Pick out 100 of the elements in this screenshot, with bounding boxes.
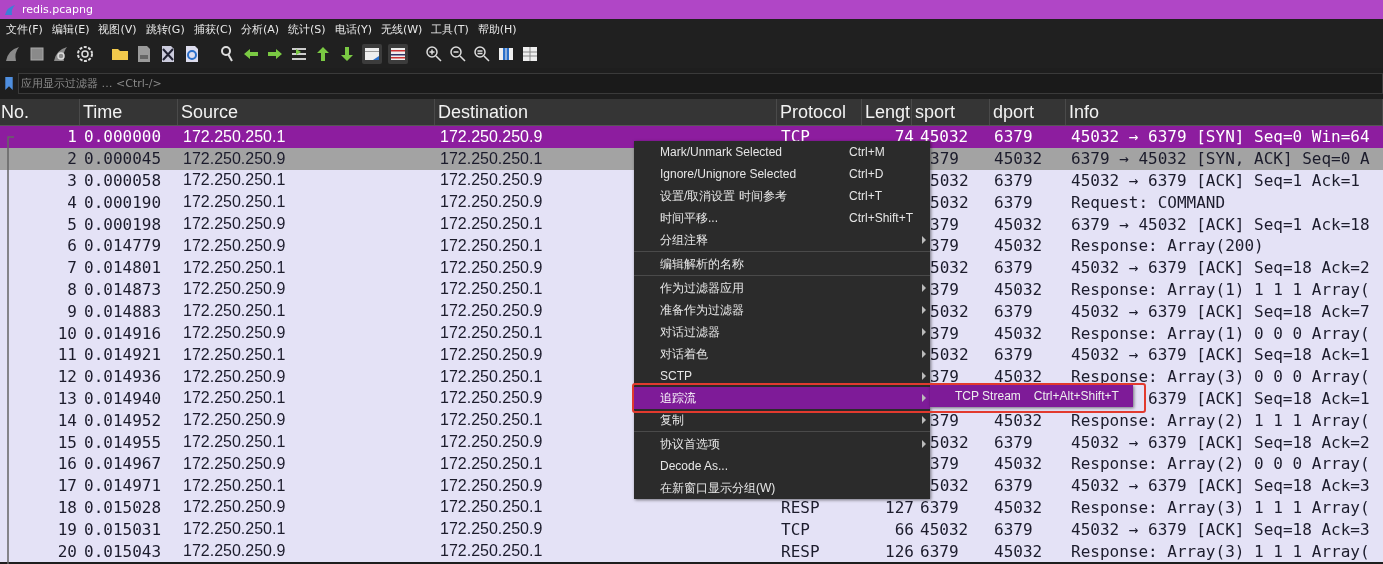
table-cell-text: 172.250.250.1: [182, 258, 286, 277]
table-cell-text: Response: Array(200): [1070, 236, 1264, 256]
table-cell-text: 20: [57, 541, 78, 561]
table-cell-text: 172.250.250.1: [182, 389, 286, 408]
table-cell-text: 172.250.250.1: [182, 520, 286, 539]
table-cell-text: 172.250.250.9: [439, 302, 543, 321]
table-cell-text: 45032 → 6379 [ACK] Seq=1 Ack=1: [1070, 171, 1360, 190]
table-cell-text: 45032: [993, 214, 1043, 234]
table-cell-text: 2: [67, 149, 78, 169]
table-cell-text: 172.250.250.1: [439, 324, 543, 343]
table-cell: 379: [930, 367, 959, 387]
table-cell-text: 1: [67, 127, 78, 147]
table-cell: 379: [930, 214, 959, 234]
table-cell-text: 45032: [993, 279, 1043, 299]
table-cell: 5032: [930, 345, 969, 365]
table-cell-text: 172.250.250.9: [182, 324, 286, 343]
table-cell-text: 6379: [919, 497, 959, 517]
table-cell-text: 0.000190: [83, 192, 162, 212]
table-cell-text: 17: [57, 476, 78, 496]
table-cell-text: Response: Array(3) 1 1 1 Array(: [1070, 541, 1370, 561]
table-cell-text: 0.014873: [83, 279, 162, 299]
table-cell-text: RESP: [780, 497, 820, 517]
table-cell-text: 6379: [993, 301, 1033, 321]
table-cell-text: 15: [57, 432, 78, 452]
table-cell-text: 172.250.250.1: [439, 542, 543, 561]
table-cell-text: 5: [67, 214, 78, 234]
table-cell: 379: [930, 279, 959, 299]
table-cell-text: 0.014921: [83, 345, 162, 365]
table-cell-text: 172.250.250.1: [182, 193, 286, 212]
table-cell-text: 172.250.250.9: [439, 433, 543, 452]
window-title: redis.pcapng: [22, 3, 94, 16]
table-cell-text: 172.250.250.9: [439, 389, 543, 408]
table-cell-text: 172.250.250.1: [439, 498, 543, 517]
table-cell: 379: [930, 323, 959, 343]
table-cell-text: 9: [67, 301, 78, 321]
table-cell: 379: [930, 454, 959, 474]
table-cell: 5032: [930, 192, 969, 212]
table-cell-text: 172.250.250.9: [439, 171, 543, 190]
table-cell-text: 6379: [993, 171, 1033, 190]
table-cell-text: 0.000045: [83, 149, 162, 169]
table-cell-text: 6379 → 45032 [SYN, ACK] Seq=0 A: [1070, 149, 1370, 169]
table-cell-text: 14: [57, 410, 78, 430]
table-cell: 66: [894, 519, 914, 539]
table-cell-text: 45032: [993, 541, 1043, 561]
table-cell-text: 0.014967: [83, 454, 162, 474]
table-cell: 74: [894, 127, 914, 147]
table-cell: 5032: [930, 432, 969, 452]
table-cell-text: 7: [67, 258, 78, 278]
table-cell-text: 6379: [993, 519, 1033, 539]
table-cell-text: 0.015043: [83, 541, 162, 561]
table-cell-text: 6379: [993, 476, 1033, 496]
table-cell-text: 172.250.250.9: [439, 520, 543, 539]
table-cell: 6379 [ACK] Seq=18 Ack=1: [1148, 388, 1370, 408]
table-cell-text: 172.250.250.9: [439, 345, 543, 364]
table-cell-text: 8: [67, 279, 78, 299]
table-cell-text: 0.014952: [83, 410, 162, 430]
table-cell-text: 6379: [919, 541, 959, 561]
table-cell-text: 172.250.250.1: [182, 345, 286, 364]
table-cell-text: 0.000058: [83, 171, 162, 190]
table-cell-text: 172.250.250.1: [182, 476, 286, 495]
table-cell: 5032: [930, 301, 969, 321]
table-cell-text: 0.000198: [83, 214, 162, 234]
table-cell-text: 0.014940: [83, 388, 162, 408]
table-cell-text: 45032: [993, 367, 1043, 387]
table-cell-text: 45032: [919, 127, 969, 147]
table-cell-text: 172.250.250.9: [439, 193, 543, 212]
table-cell-text: Response: Array(3) 0 0 0 Array(: [1070, 367, 1370, 387]
table-cell: 379: [930, 410, 959, 430]
table-cell-text: 6379: [993, 192, 1033, 212]
table-cell-text: 172.250.250.9: [182, 367, 286, 386]
table-cell-text: 0.015031: [83, 519, 162, 539]
table-cell-text: 172.250.250.1: [439, 280, 543, 299]
table-cell-text: 172.250.250.1: [182, 171, 286, 190]
table-cell-text: 4: [67, 192, 78, 212]
table-cell-text: 0.014955: [83, 432, 162, 452]
table-cell: 5032: [930, 171, 969, 190]
table-cell-text: 172.250.250.9: [182, 215, 286, 234]
table-cell-text: 0.000000: [83, 127, 162, 147]
table-cell-text: 172.250.250.1: [182, 433, 286, 452]
table-cell-text: 45032: [993, 454, 1043, 474]
table-cell-text: 45032 → 6379 [ACK] Seq=18 Ack=2: [1070, 432, 1370, 452]
table-cell-text: 45032: [993, 410, 1043, 430]
table-cell-text: 6379: [993, 127, 1033, 147]
table-cell: 127: [885, 497, 914, 517]
table-cell-text: 45032 → 6379 [ACK] Seq=18 Ack=3: [1070, 476, 1370, 496]
table-cell-text: 6379: [993, 258, 1033, 278]
table-cell-text: 172.250.250.9: [439, 258, 543, 277]
table-cell-text: 172.250.250.1: [439, 367, 543, 386]
table-cell-text: 172.250.250.9: [182, 542, 286, 561]
table-cell-text: 172.250.250.9: [439, 476, 543, 495]
table-cell-text: 172.250.250.1: [439, 149, 543, 168]
table-cell-text: TCP: [780, 519, 810, 539]
table-cell-text: 19: [57, 519, 78, 539]
table-cell-text: 13: [57, 388, 78, 408]
table-cell-text: Response: Array(1) 0 0 0 Array(: [1070, 323, 1370, 343]
table-cell-text: 45032 → 6379 [ACK] Seq=18 Ack=2: [1070, 258, 1370, 278]
table-cell-text: 6379: [993, 432, 1033, 452]
table-cell-text: 0.014883: [83, 301, 162, 321]
table-cell-text: 172.250.250.1: [439, 411, 543, 430]
table-cell: 379: [930, 236, 959, 256]
